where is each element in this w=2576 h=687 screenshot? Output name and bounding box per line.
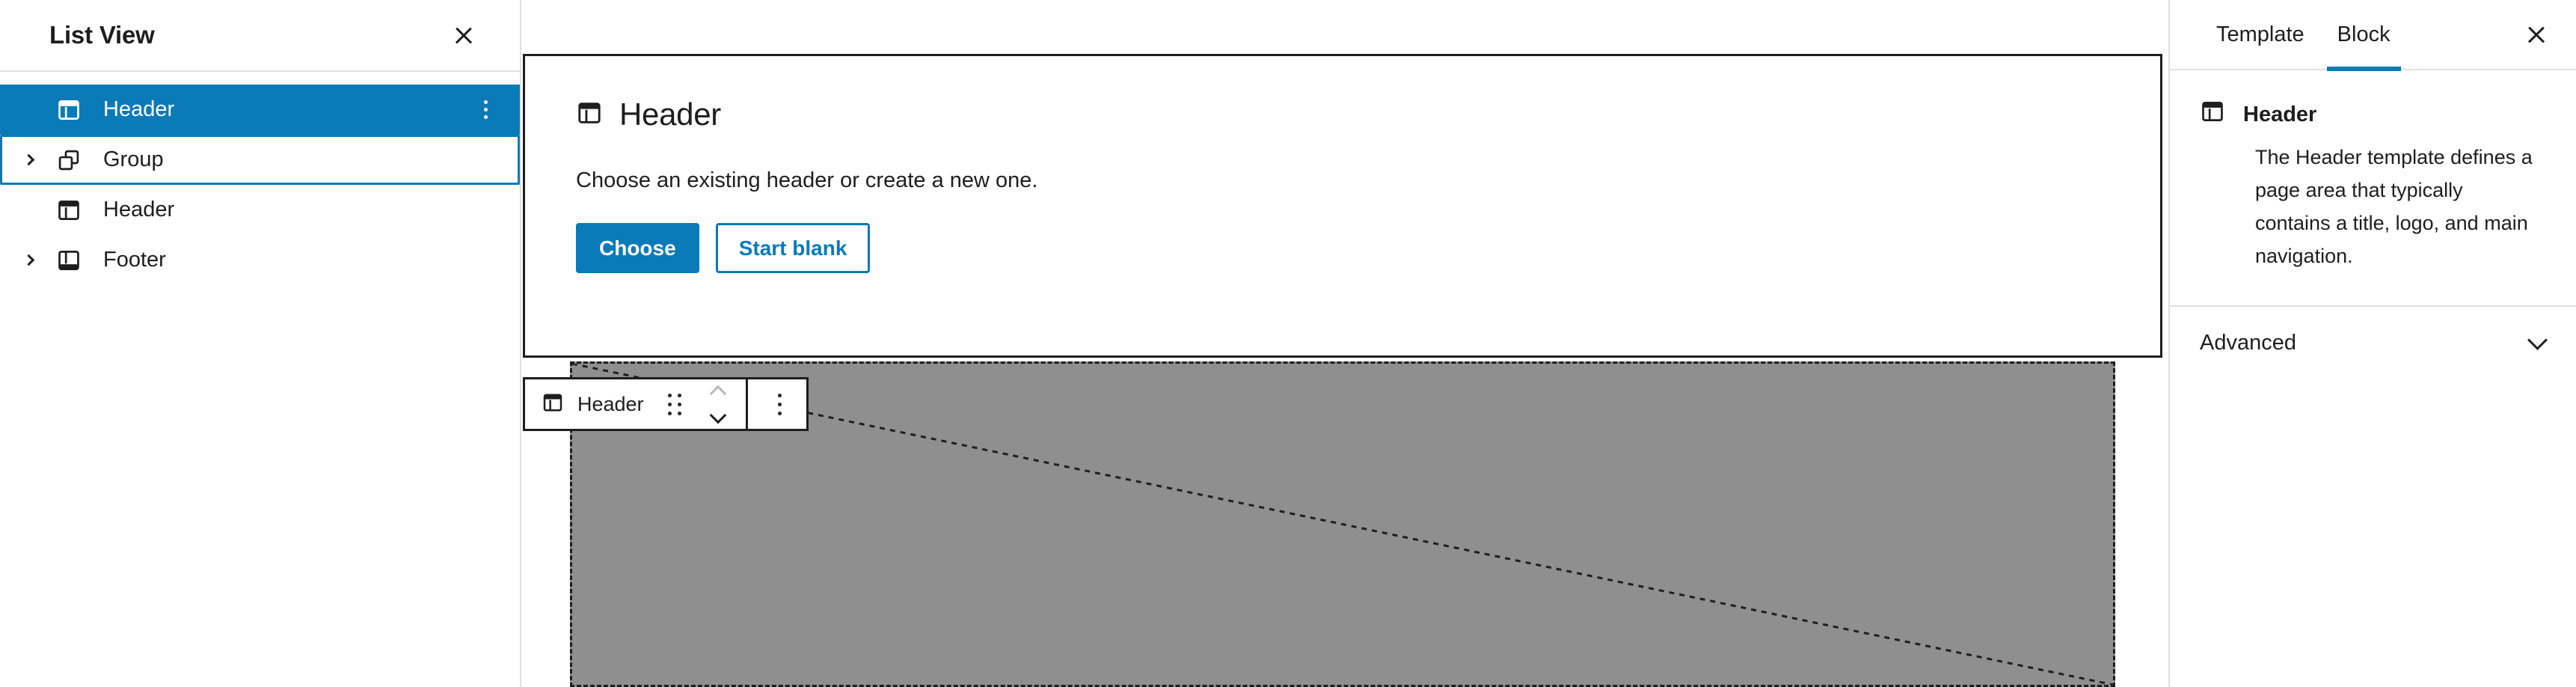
list-view-row-label: Header — [103, 97, 175, 121]
tab-block[interactable]: Block — [2321, 0, 2407, 71]
drag-dots — [667, 393, 681, 415]
start-blank-button[interactable]: Start blank — [715, 223, 871, 273]
block-editor-window: List View Header Group Header Footer Hea… — [0, 0, 2576, 687]
block-card-description: The Header template defines a page area … — [2255, 146, 2533, 267]
list-view-row-header[interactable]: Header — [0, 185, 520, 235]
choose-button[interactable]: Choose — [576, 223, 699, 273]
list-view-header: List View — [0, 0, 520, 72]
close-settings-sidebar-button[interactable] — [2515, 13, 2558, 56]
template-part-header-icon — [576, 100, 603, 130]
list-view-row-group[interactable]: Group — [0, 135, 520, 185]
template-part-header-icon — [49, 97, 88, 123]
chevron-down-icon — [2527, 329, 2548, 350]
close-icon — [2526, 24, 2547, 45]
chevron-up-icon[interactable] — [709, 385, 726, 402]
list-view-row-header-selected[interactable]: Header — [0, 85, 520, 135]
chevron-right-icon — [22, 254, 35, 266]
block-type-switcher-button[interactable]: Header — [539, 381, 651, 427]
advanced-panel-toggle[interactable]: Advanced — [2170, 307, 2576, 379]
kebab-vertical-icon[interactable] — [466, 91, 505, 129]
block-card-title: Header — [2243, 103, 2317, 126]
block-toolbar-label: Header — [577, 392, 644, 415]
placeholder-title: Header — [619, 97, 721, 132]
list-view-tree: Header Group Header Footer — [0, 72, 520, 285]
block-toolbar: Header — [523, 377, 809, 431]
list-view-row-footer[interactable]: Footer — [0, 235, 520, 285]
kebab-vertical-icon[interactable] — [761, 381, 799, 427]
advanced-panel-label: Advanced — [2200, 330, 2296, 355]
list-view-title: List View — [49, 21, 155, 49]
placeholder-title-row: Header — [576, 97, 2133, 132]
chevron-right-icon — [22, 153, 35, 166]
chevron-down-icon[interactable] — [709, 406, 726, 424]
placeholder-actions: Choose Start blank — [576, 223, 2133, 273]
group-blocks-icon — [49, 147, 88, 173]
block-movers[interactable] — [698, 381, 738, 427]
block-card: Header The Header template defines a pag… — [2170, 70, 2576, 307]
list-view-panel: List View Header Group Header Footer — [0, 0, 521, 687]
editor-canvas: Header Choose an existing header or crea… — [521, 0, 2168, 687]
block-toolbar-options-group — [748, 379, 806, 429]
template-part-footer-icon — [49, 248, 88, 273]
list-view-row-label: Footer — [103, 248, 166, 272]
expand-group-button[interactable] — [10, 153, 49, 166]
close-icon — [453, 25, 474, 46]
tab-template[interactable]: Template — [2200, 0, 2321, 70]
placeholder-description: Choose an existing header or create a ne… — [576, 168, 1038, 192]
template-part-header-icon — [2200, 99, 2225, 128]
options-dots — [778, 393, 782, 415]
settings-sidebar: Template Block Header The Header templat… — [2168, 0, 2576, 687]
close-list-view-button[interactable] — [442, 13, 485, 57]
block-toolbar-main-group: Header — [525, 379, 746, 429]
expand-footer-button[interactable] — [10, 254, 49, 266]
template-part-header-icon — [542, 391, 564, 418]
header-template-part-placeholder: Header Choose an existing header or crea… — [523, 54, 2162, 358]
list-view-row-label: Group — [103, 147, 164, 171]
inspector-tab-bar: Template Block — [2170, 0, 2576, 71]
list-view-row-label: Header — [103, 198, 175, 222]
block-card-header: Header — [2200, 99, 2543, 130]
drag-handle-icon[interactable] — [656, 381, 693, 427]
template-part-header-icon — [49, 198, 88, 223]
